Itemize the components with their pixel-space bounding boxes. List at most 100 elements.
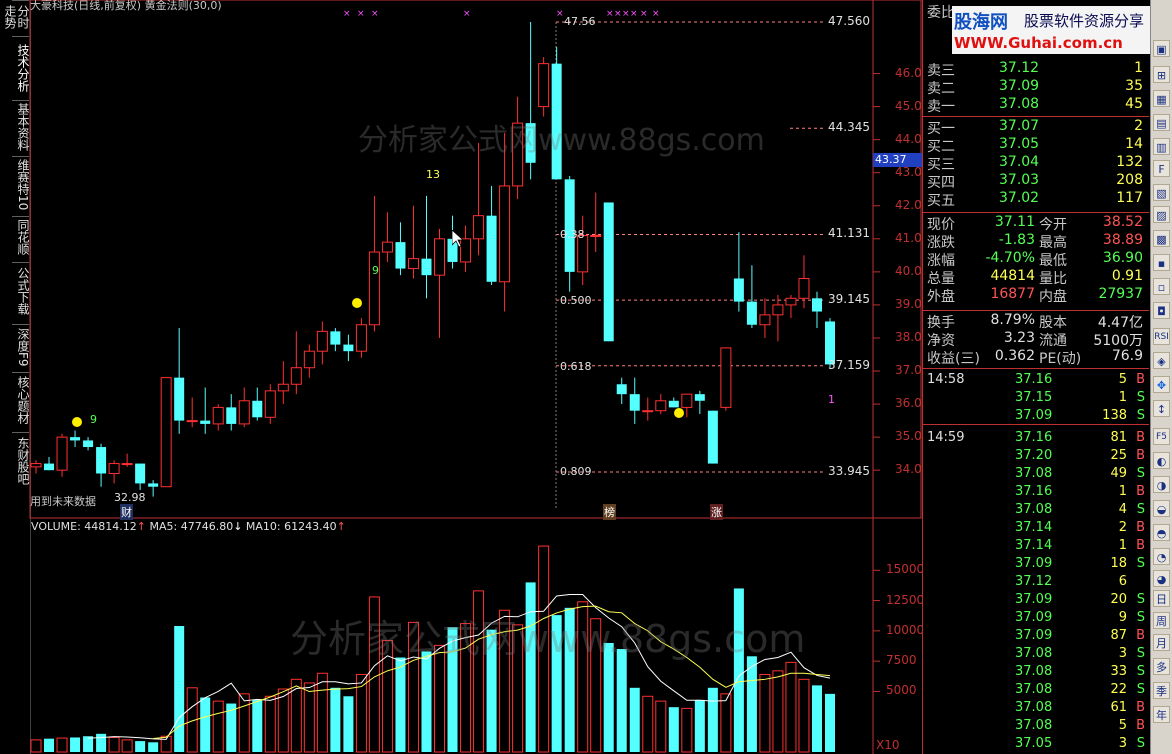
toolbar-icon-15[interactable]: ◐ (1153, 452, 1170, 469)
tick-price: 37.14 (1015, 520, 1053, 535)
candle-body-down (83, 440, 94, 448)
tick-side: B (1136, 372, 1145, 387)
banner-subtitle: 股票软件资源分享 (1024, 12, 1145, 30)
volume-bar-up (30, 739, 42, 753)
toolbar-icon-20[interactable]: ◕ (1153, 570, 1170, 587)
toolbar-icon-4[interactable]: ▤ (1153, 114, 1170, 131)
ma5-value: MA5: 47746.80 (149, 520, 234, 533)
tick-volume: 3 (1118, 646, 1127, 661)
toolbar-icon-14[interactable]: ↕ (1153, 400, 1170, 417)
toolbar-day[interactable]: 日 (1153, 590, 1170, 607)
stat2-row: 收益(三) 0.362 PE(动) 76.9 (923, 348, 1149, 367)
toolbar-multi[interactable]: 多 (1153, 658, 1170, 675)
toolbar-icon-10[interactable]: ▪ (1153, 254, 1170, 271)
candle-body-down (551, 63, 562, 180)
tick-price: 37.08 (1015, 502, 1053, 517)
toolbar-icon-9[interactable]: ▩ (1153, 230, 1170, 247)
toolbar-icon-8[interactable]: ▨ (1153, 206, 1170, 223)
volume-bar-down (551, 615, 562, 752)
tick-separator (923, 424, 1149, 425)
toolbar-icon-11[interactable]: ▫ (1153, 278, 1170, 295)
tick-side: B (1136, 700, 1145, 715)
marker-cai[interactable]: 财 (120, 504, 133, 520)
tick-price: 37.09 (1015, 408, 1053, 423)
toolbar-month[interactable]: 月 (1153, 634, 1170, 651)
guhai-banner[interactable]: 股海网 股票软件资源分享 WWW.Guhai.com.cn (952, 6, 1162, 54)
tick-volume: 22 (1110, 682, 1127, 697)
tick-price: 37.08 (1015, 718, 1053, 733)
candle-body-down (226, 407, 237, 424)
toolbar-year[interactable]: 年 (1153, 706, 1170, 723)
toolbar-icon-2[interactable]: ⊞ (1153, 66, 1170, 83)
top-cross-marker: × (556, 9, 564, 19)
tick-price: 37.09 (1015, 592, 1053, 607)
stat-label: 外盘 (927, 289, 955, 305)
tick-price: 37.08 (1015, 700, 1053, 715)
toolbar-icon-19[interactable]: ◔ (1153, 548, 1170, 565)
tick-price: 37.09 (1015, 556, 1053, 571)
tick-row: 37.08 33 S (923, 664, 1149, 682)
candle-body-down (525, 123, 536, 163)
volume-bar-down (746, 656, 757, 752)
tick-side: B (1136, 520, 1145, 535)
price-axis-label: 33.945 (828, 464, 870, 478)
volume-bar-down (525, 582, 536, 752)
volume-bar-up (434, 644, 446, 753)
price-axis-label: 44.345 (828, 120, 870, 135)
move-icon[interactable]: ✥ (1153, 376, 1170, 393)
toolbar-icon-13[interactable]: ◈ (1153, 352, 1170, 369)
toolbar-f5[interactable]: F5 (1153, 428, 1170, 445)
bid-label: 买二 (927, 139, 955, 155)
tick-volume: 6 (1118, 574, 1127, 589)
stat-row: 涨跌 -1.83 最高 38.89 (923, 232, 1149, 251)
toolbar-icon-1[interactable]: ▣ (1153, 40, 1170, 57)
volume-bar-up (759, 673, 771, 753)
candle-body-up (499, 185, 511, 283)
volume-axis-label: X10 (876, 738, 900, 752)
toolbar-quarter[interactable]: 季 (1153, 682, 1170, 699)
top-cross-marker: × (606, 9, 614, 19)
toolbar-icon-12[interactable]: ◘ (1153, 302, 1170, 319)
tick-price: 37.05 (1015, 736, 1053, 751)
volume-axis-label: 5000 (886, 683, 917, 698)
tick-row: 37.16 1 B (923, 484, 1149, 502)
toolbar-icon-6[interactable]: F (1153, 160, 1170, 177)
stat2-value: 5100万 (1093, 333, 1143, 349)
toolbar-icon-7[interactable]: ▧ (1153, 184, 1170, 201)
stat-value: 0.91 (1111, 268, 1143, 284)
tick-row: 37.09 9 S (923, 610, 1149, 628)
stat-label: 现价 (927, 217, 955, 233)
volume-axis-label: 15000 (886, 562, 925, 577)
tick-row: 37.09 18 S (923, 556, 1149, 574)
toolbar-week[interactable]: 周 (1153, 612, 1170, 629)
tick-volume: 81 (1110, 430, 1127, 445)
bid-volume: 14 (1125, 136, 1143, 152)
stat-value: -1.83 (998, 232, 1035, 248)
candle-body-up (720, 347, 732, 408)
toolbar-icon-5[interactable]: ▥ (1153, 138, 1170, 155)
mouse-cursor-icon (452, 230, 464, 248)
toolbar-icon-16[interactable]: ◑ (1153, 476, 1170, 493)
toolbar-icon-3[interactable]: ▦ (1153, 90, 1170, 107)
tick-volume: 1 (1118, 538, 1127, 553)
marker-zhang[interactable]: 涨 (710, 504, 723, 520)
toolbar-icon-17[interactable]: ◒ (1153, 500, 1170, 517)
stat-label: 今开 (1039, 217, 1067, 233)
volume-bar-up (264, 695, 276, 753)
volume-bar-down (447, 627, 458, 752)
candle-body-down (148, 483, 159, 487)
toolbar-icon-18[interactable]: ◓ (1153, 524, 1170, 541)
volume-bar-down (603, 642, 614, 752)
candle-body-up (316, 330, 328, 352)
toolbar-rsi[interactable]: RSI (1153, 328, 1170, 345)
volume-bar-up (642, 695, 654, 753)
stat2-value: 4.47亿 (1097, 315, 1143, 331)
volume-bar-up (303, 682, 315, 753)
ask-price: 37.08 (999, 96, 1040, 112)
tick-row: 37.08 3 S (923, 646, 1149, 664)
marker-bang[interactable]: 榜 (603, 504, 616, 520)
volume-bar-down (148, 742, 159, 752)
candle-body-down (252, 400, 263, 418)
volume-bar-up (577, 601, 589, 753)
candle-body-down (96, 447, 107, 474)
